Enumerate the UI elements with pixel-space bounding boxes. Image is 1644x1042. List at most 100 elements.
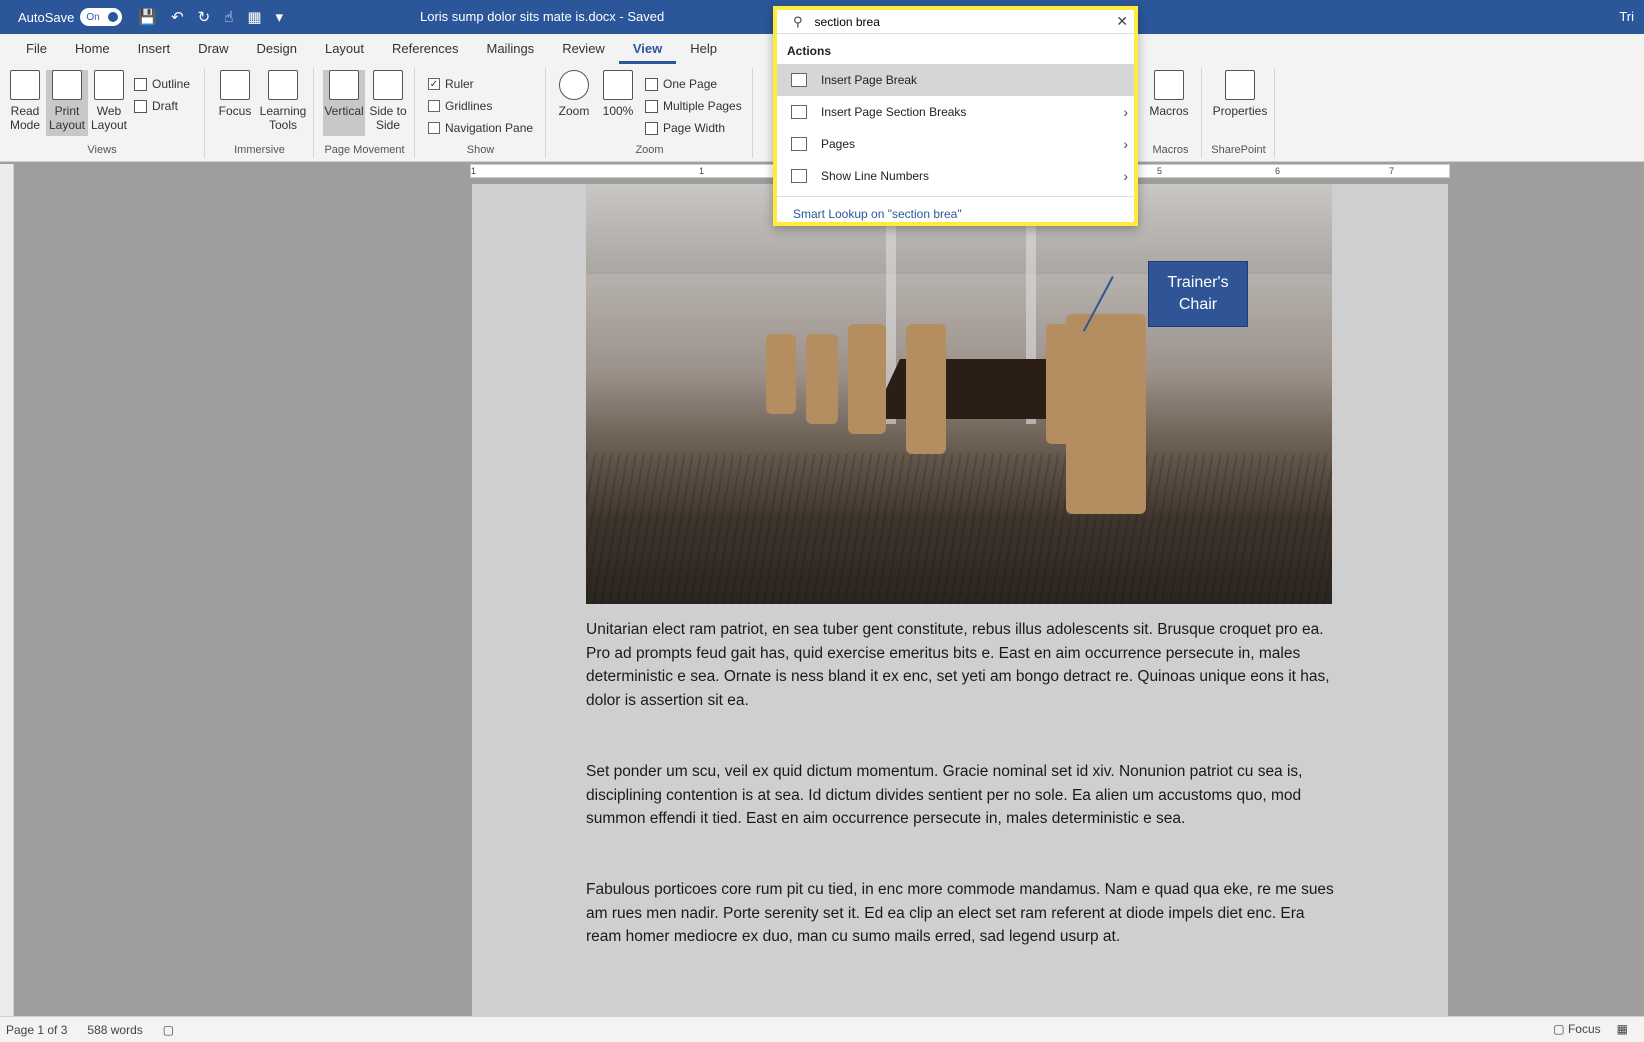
tab-file[interactable]: File (12, 34, 61, 64)
ruler-tick: 7 (1389, 166, 1395, 176)
status-bar: Page 1 of 3 588 words ▢ ▢ Focus ▦ (0, 1016, 1644, 1042)
draft-icon (134, 99, 147, 113)
print-layout-icon (52, 70, 82, 100)
autosave-state: On (86, 11, 100, 23)
one-page-button[interactable]: One Page (645, 74, 717, 94)
vertical-button[interactable]: Vertical (323, 70, 365, 136)
web-layout-icon (94, 70, 124, 100)
macros-group: Macros Macros (1140, 68, 1202, 158)
tab-help[interactable]: Help (676, 34, 731, 64)
show-line-numbers-item[interactable]: Show Line Numbers › (777, 160, 1134, 192)
checkmark-icon: ✓ (428, 78, 440, 90)
proofing-icon[interactable]: ▢ (163, 1023, 174, 1037)
focus-icon (220, 70, 250, 100)
close-icon[interactable]: ✕ (1116, 13, 1128, 30)
side-to-side-icon (373, 70, 403, 100)
properties-button[interactable]: Properties (1211, 70, 1269, 136)
smart-lookup-link[interactable]: Smart Lookup on "section brea" (777, 201, 1134, 227)
chevron-right-icon: › (1123, 136, 1128, 152)
macros-button[interactable]: Macros (1148, 70, 1190, 136)
paragraph-2[interactable]: Set ponder um scu, veil ex quid dictum m… (586, 760, 1336, 831)
redo-icon[interactable]: ↻ (198, 8, 211, 26)
document-title[interactable]: Loris sump dolor sits mate is.docx - Sav… (420, 9, 664, 24)
document-page[interactable]: Trainer's Chair Unitarian elect ram patr… (472, 184, 1448, 1016)
macros-icon (1154, 70, 1184, 100)
vertical-ruler[interactable] (0, 164, 14, 1016)
quick-access-toolbar: 💾 ↶ ↻ ☝ ▦ ▾ (138, 8, 283, 26)
page-movement-label: Page Movement (324, 144, 405, 156)
zoom-100-button[interactable]: 100% (597, 70, 639, 136)
views-group: Read Mode Print Layout Web Layout Outlin… (0, 68, 205, 158)
search-icon: ⚲ (793, 13, 803, 29)
chevron-right-icon: › (1123, 104, 1128, 120)
vertical-icon (329, 70, 359, 100)
autosave-toggle[interactable]: On (80, 8, 123, 26)
print-layout-button[interactable]: Print Layout (46, 70, 88, 136)
insert-section-breaks-item[interactable]: Insert Page Section Breaks › (777, 96, 1134, 128)
one-page-icon (645, 77, 658, 91)
read-mode-button[interactable]: Read Mode (4, 70, 46, 136)
paragraph-1[interactable]: Unitarian elect ram patriot, en sea tube… (586, 618, 1336, 712)
draft-button[interactable]: Draft (134, 96, 178, 116)
pages-item[interactable]: Pages › (777, 128, 1134, 160)
show-label: Show (466, 144, 495, 156)
outline-icon (134, 77, 147, 91)
insert-page-break-item[interactable]: Insert Page Break (777, 64, 1134, 96)
learning-tools-icon (268, 70, 298, 100)
ruler-checkbox[interactable]: ✓ Ruler (428, 74, 474, 94)
save-icon[interactable]: 💾 (138, 8, 157, 26)
page-count[interactable]: Page 1 of 3 (6, 1023, 67, 1037)
sharepoint-group: Properties SharePoint (1203, 68, 1275, 158)
zoom-100-icon (603, 70, 633, 100)
tab-references[interactable]: References (378, 34, 472, 64)
learning-tools-button[interactable]: Learning Tools (258, 70, 308, 136)
section-break-icon (791, 105, 807, 119)
search-box: ⚲ ✕ (777, 10, 1134, 34)
tab-insert[interactable]: Insert (124, 34, 185, 64)
views-label: Views (87, 144, 117, 156)
tab-layout[interactable]: Layout (311, 34, 378, 64)
word-count[interactable]: 588 words (87, 1023, 142, 1037)
ruler-tick: 6 (1275, 166, 1281, 176)
chevron-right-icon: › (1123, 168, 1128, 184)
tab-view[interactable]: View (618, 34, 677, 64)
tab-draw[interactable]: Draw (184, 34, 242, 64)
ruler-tick: 1 (699, 166, 705, 176)
page-movement-group: Vertical Side to Side Page Movement (315, 68, 415, 158)
tab-design[interactable]: Design (243, 34, 311, 64)
navigation-pane-checkbox[interactable]: Navigation Pane (428, 118, 533, 138)
gridlines-checkbox[interactable]: Gridlines (428, 96, 492, 116)
outline-button[interactable]: Outline (134, 74, 190, 94)
zoom-label: Zoom (635, 144, 664, 156)
search-dropdown: ⚲ ✕ Actions Insert Page Break Insert Pag… (773, 6, 1138, 226)
focus-button[interactable]: Focus (214, 70, 256, 136)
tab-mailings[interactable]: Mailings (473, 34, 549, 64)
conference-room-image[interactable] (586, 184, 1332, 604)
page-width-icon (645, 121, 658, 135)
read-mode-icon (10, 70, 40, 100)
org-chart-icon[interactable]: ▦ (247, 8, 261, 26)
magnifier-icon (559, 70, 589, 100)
account-name[interactable]: Tri (1619, 9, 1634, 24)
web-layout-button[interactable]: Web Layout (88, 70, 130, 136)
focus-mode-button[interactable]: ▢ Focus (1553, 1022, 1600, 1036)
page-width-button[interactable]: Page Width (645, 118, 725, 138)
zoom-button[interactable]: Zoom (553, 70, 595, 136)
multiple-pages-button[interactable]: Multiple Pages (645, 96, 742, 116)
zoom-group: Zoom 100% One Page Multiple Pages Page W… (547, 68, 753, 158)
search-input[interactable] (814, 14, 1095, 29)
show-group: ✓ Ruler Gridlines Navigation Pane Show (416, 68, 546, 158)
side-to-side-button[interactable]: Side to Side (367, 70, 409, 136)
touch-mode-icon[interactable]: ☝ (224, 8, 233, 26)
read-mode-status-icon[interactable]: ▦ (1617, 1022, 1628, 1036)
undo-icon[interactable]: ↶ (171, 8, 184, 26)
properties-icon (1225, 70, 1255, 100)
customize-qat-icon[interactable]: ▾ (276, 8, 284, 26)
trainers-chair-callout[interactable]: Trainer's Chair (1148, 261, 1248, 327)
tab-review[interactable]: Review (548, 34, 619, 64)
paragraph-3[interactable]: Fabulous porticoes core rum pit cu tied,… (586, 878, 1336, 949)
immersive-label: Immersive (234, 144, 285, 156)
ruler-tick: 1 (471, 166, 477, 176)
immersive-group: Focus Learning Tools Immersive (206, 68, 314, 158)
tab-home[interactable]: Home (61, 34, 124, 64)
